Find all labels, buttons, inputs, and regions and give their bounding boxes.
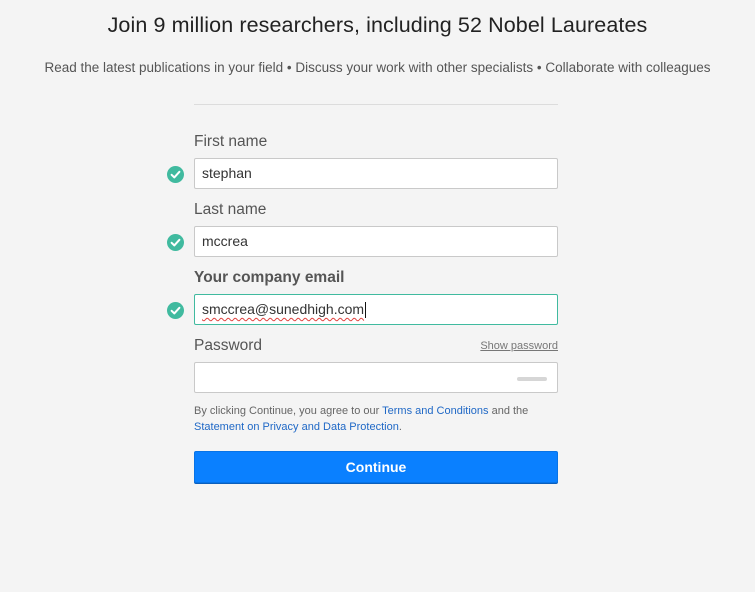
terms-notice: By clicking Continue, you agree to our T… [194, 403, 558, 435]
last-name-label: Last name [194, 201, 267, 218]
password-label: Password [194, 337, 263, 354]
page-subtitle: Read the latest publications in your fie… [44, 60, 711, 75]
last-name-value: mccrea [202, 233, 248, 249]
terms-and-conditions-link[interactable]: Terms and Conditions [382, 405, 488, 417]
first-name-field[interactable]: stephan [194, 158, 558, 189]
text-caret [365, 302, 367, 319]
show-password-link[interactable]: Show password [480, 340, 558, 352]
privacy-statement-link[interactable]: Statement on Privacy and Data Protection [194, 421, 399, 433]
terms-prefix: By clicking Continue, you agree to our [194, 405, 383, 417]
email-value: smccrea@sunedhigh.com [202, 301, 365, 317]
page-title: Join 9 million researchers, including 52… [107, 13, 648, 37]
continue-button[interactable]: Continue [194, 451, 558, 483]
terms-suffix: . [398, 421, 402, 433]
check-circle-icon [167, 166, 184, 183]
email-field[interactable]: smccrea@sunedhigh.com [194, 294, 558, 325]
terms-middle: and the [488, 405, 529, 417]
check-circle-icon [167, 234, 184, 251]
check-circle-icon [167, 302, 184, 319]
first-name-label: First name [194, 133, 268, 150]
divider [194, 104, 558, 105]
last-name-field[interactable]: mccrea [194, 226, 558, 257]
password-manager-icon[interactable] [517, 377, 547, 381]
signup-page: Join 9 million researchers, including 52… [0, 0, 755, 592]
first-name-value: stephan [202, 165, 252, 181]
password-field[interactable] [194, 362, 558, 393]
email-label: Your company email [194, 269, 345, 286]
